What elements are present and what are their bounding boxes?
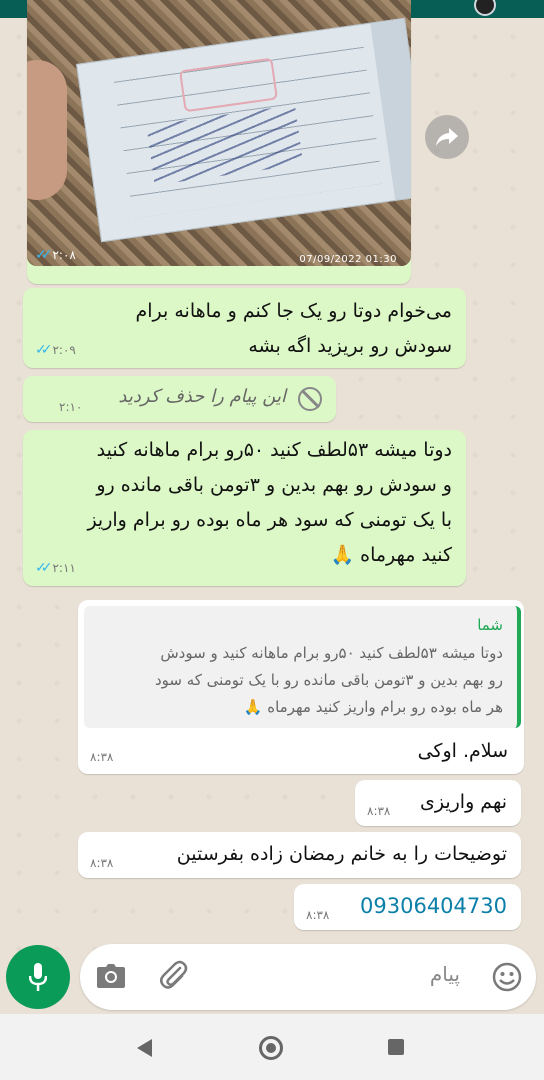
message-meta: ✓✓ ۲:۰۹	[35, 342, 76, 358]
message-meta: ۸:۳۸	[90, 750, 113, 764]
microphone-icon[interactable]	[6, 945, 70, 1009]
quoted-message[interactable]: شما دوتا میشه ۵۳لطف کنید ۵۰رو برام ماهان…	[84, 606, 521, 728]
emoji-icon[interactable]	[492, 962, 522, 996]
message-meta: ۸:۳۸	[90, 856, 113, 870]
deleted-message[interactable]: این پیام را حذف کردید ۲:۱۰	[23, 376, 336, 422]
message-time: ۸:۳۸	[306, 908, 330, 922]
message-text: دوتا میشه ۵۳لطف کنید ۵۰رو برام ماهانه کن…	[87, 439, 452, 566]
message-time: ۸:۳۸	[90, 750, 114, 764]
home-icon[interactable]	[259, 1036, 283, 1060]
recent-apps-icon[interactable]	[388, 1039, 404, 1055]
message-bubble[interactable]: 09306404730 ۸:۳۸	[294, 884, 521, 930]
message-meta: ✓✓ ۲:۱۱	[35, 560, 76, 576]
message-input[interactable]: پیام	[80, 944, 536, 1010]
read-ticks-icon: ✓✓	[35, 247, 53, 263]
paperclip-icon[interactable]	[158, 960, 188, 994]
message-bubble[interactable]: دوتا میشه ۵۳لطف کنید ۵۰رو برام ماهانه کن…	[23, 430, 466, 586]
message-meta: ۸:۳۸	[367, 804, 390, 818]
message-meta: ۸:۳۸	[306, 908, 329, 922]
message-bubble[interactable]: می‌خوام دوتا رو یک جا کنم و ماهانه برام …	[23, 288, 466, 368]
forward-icon[interactable]	[425, 115, 469, 159]
message-time: ۲:۱۱	[52, 561, 76, 575]
message-meta: ✓✓ ۲:۰۸	[35, 247, 76, 263]
quote-author: شما	[477, 616, 503, 634]
message-bubble[interactable]: توضیحات را به خانم رمضان زاده بفرستین ۸:…	[78, 832, 521, 878]
message-time: ۲:۰۹	[52, 343, 76, 357]
read-ticks-icon: ✓✓	[35, 342, 53, 358]
message-placeholder: پیام	[429, 962, 460, 986]
message-time: ۸:۳۸	[367, 804, 391, 818]
system-nav-bar	[0, 1014, 544, 1080]
message-bubble[interactable]: نهم واریزی ۸:۳۸	[355, 780, 521, 826]
hand	[27, 60, 67, 200]
cheque-photo[interactable]: 07/09/2022 01:30 ✓✓ ۲:۰۸	[27, 0, 411, 266]
photo-timestamp: 07/09/2022 01:30	[299, 254, 397, 265]
message-meta: ۲:۱۰	[59, 400, 82, 414]
deleted-text: این پیام را حذف کردید	[118, 386, 286, 407]
message-text: سلام. اوکی	[417, 740, 508, 762]
phone-link[interactable]: 09306404730	[360, 889, 507, 924]
back-icon[interactable]	[137, 1039, 152, 1057]
message-text: نهم واریزی	[419, 791, 507, 813]
message-time: ۸:۳۸	[90, 856, 114, 870]
camera-icon[interactable]	[97, 964, 125, 992]
message-text: توضیحات را به خانم رمضان زاده بفرستین	[176, 843, 507, 865]
quote-text: دوتا میشه ۵۳لطف کنید ۵۰رو برام ماهانه کن…	[154, 644, 503, 716]
blocked-icon	[298, 387, 322, 411]
read-ticks-icon: ✓✓	[35, 560, 53, 576]
message-time: ۲:۰۸	[52, 248, 76, 262]
message-text: می‌خوام دوتا رو یک جا کنم و ماهانه برام …	[135, 300, 453, 357]
message-time: ۲:۱۰	[59, 400, 83, 414]
avatar[interactable]	[474, 0, 496, 16]
